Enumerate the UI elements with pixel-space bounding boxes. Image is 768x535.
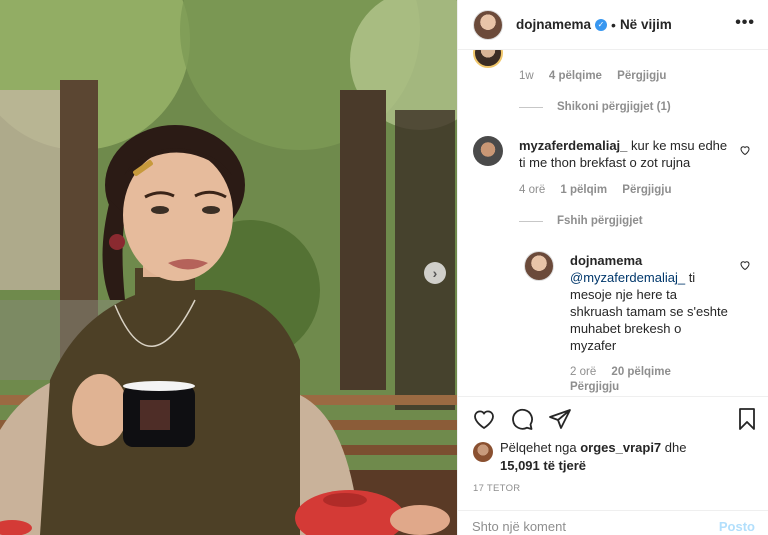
photo-illustration <box>0 0 457 535</box>
post-actions: Pëlqehet nga orges_vrapi7 dhe 15,091 të … <box>458 396 768 535</box>
comment-time: 1w <box>519 70 534 82</box>
liked-prefix: Pëlqehet nga <box>500 440 581 455</box>
thread-line <box>519 106 543 108</box>
reply-avatar[interactable] <box>524 251 554 281</box>
reply-meta: 2 orë 20 pëlqime Përgjigju <box>570 365 740 395</box>
author-username[interactable]: dojnamema <box>516 17 591 32</box>
more-horizontal-icon[interactable]: ••• <box>735 14 755 32</box>
comment-username[interactable]: myzaferdemaliaj_ <box>519 138 627 153</box>
comments-list[interactable]: 1w 4 pëlqime Përgjigju Shikoni përgjigje… <box>458 50 768 396</box>
separator-dot: • <box>611 16 616 33</box>
comment-meta: 1w 4 pëlqime Përgjigju <box>519 70 666 82</box>
reply-likes[interactable]: 20 pëlqime <box>611 366 670 378</box>
next-photo-button[interactable]: › <box>424 262 446 284</box>
hide-replies-button[interactable]: Fshih përgjigjet <box>519 215 643 227</box>
comment-form: Posto <box>458 510 768 535</box>
post-side-panel: dojnamema ✓ • Në vijim ••• 1w 4 pëlqime … <box>457 0 768 535</box>
comment-bubble-icon[interactable] <box>510 407 534 431</box>
liker-avatar[interactable] <box>473 442 493 462</box>
comment-reply-button[interactable]: Përgjigju <box>622 184 671 196</box>
post-date[interactable]: 17 TETOR <box>473 483 520 494</box>
comment-avatar[interactable] <box>473 136 503 166</box>
comment-text: myzaferdemaliaj_ kur ke msu edhe ti me t… <box>519 137 734 171</box>
comment-reply-button[interactable]: Përgjigju <box>617 70 666 82</box>
save-bookmark-icon[interactable] <box>735 407 759 431</box>
reply-text: dojnamema @myzaferdemaliaj_ ti mesoje nj… <box>570 252 730 354</box>
view-replies-label: Shikoni përgjigjet (1) <box>557 101 671 113</box>
comment-likes[interactable]: 4 pëlqime <box>549 70 602 82</box>
reply-mention[interactable]: @myzaferdemaliaj_ <box>570 270 685 285</box>
view-replies-button[interactable]: Shikoni përgjigjet (1) <box>519 101 671 113</box>
verified-badge-icon: ✓ <box>595 18 608 31</box>
chevron-right-icon: › <box>432 265 438 281</box>
comment-meta: 4 orë 1 pëlqim Përgjigju <box>519 184 671 196</box>
like-heart-icon[interactable] <box>472 407 496 431</box>
comment-likes[interactable]: 1 pëlqim <box>560 184 607 196</box>
comment-input[interactable] <box>472 519 702 534</box>
reply-username[interactable]: dojnamema <box>570 253 642 268</box>
post-photo[interactable]: › <box>0 0 457 535</box>
post-header: dojnamema ✓ • Në vijim ••• <box>458 0 768 50</box>
comment-time: 4 orë <box>519 184 546 196</box>
post-comment-button[interactable]: Posto <box>719 519 755 534</box>
reply-reply-button[interactable]: Përgjigju <box>570 381 619 393</box>
liked-user[interactable]: orges_vrapi7 <box>580 440 661 455</box>
hide-replies-label: Fshih përgjigjet <box>557 215 643 227</box>
liked-suffix: dhe <box>661 440 687 455</box>
following-button[interactable]: Në vijim <box>620 17 672 32</box>
reply-time: 2 orë <box>570 366 597 378</box>
like-reply-heart-icon[interactable] <box>739 259 751 271</box>
likes-summary: Pëlqehet nga orges_vrapi7 dhe 15,091 të … <box>500 439 686 475</box>
comment-avatar[interactable] <box>473 50 503 68</box>
author-avatar[interactable] <box>473 9 503 40</box>
like-comment-heart-icon[interactable] <box>739 144 751 156</box>
liked-others[interactable]: 15,091 të tjerë <box>500 458 586 473</box>
share-paper-plane-icon[interactable] <box>548 407 572 431</box>
thread-line <box>519 220 543 222</box>
